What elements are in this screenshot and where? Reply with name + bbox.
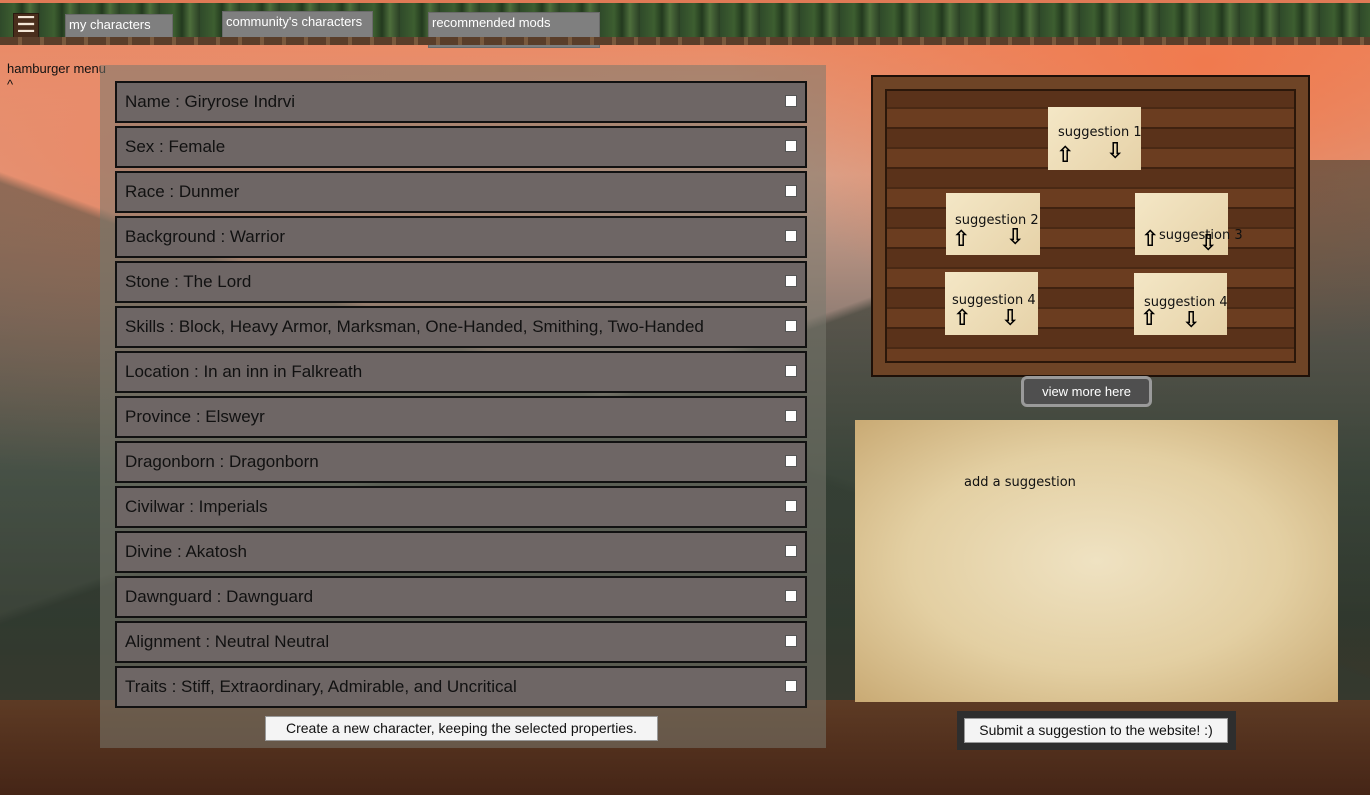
property-row-dragonborn: Dragonborn : Dragonborn — [115, 441, 807, 483]
upvote-arrow-icon[interactable]: ⇧ — [952, 229, 970, 251]
property-row-background: Background : Warrior — [115, 216, 807, 258]
property-label: Civilwar : Imperials — [125, 497, 268, 516]
upvote-arrow-icon[interactable]: ⇧ — [1140, 308, 1158, 330]
add-suggestion-area[interactable] — [855, 420, 1338, 702]
property-row-province: Province : Elsweyr — [115, 396, 807, 438]
downvote-arrow-icon[interactable]: ⇩ — [1001, 308, 1019, 330]
upvote-arrow-icon[interactable]: ⇧ — [1056, 145, 1074, 167]
submit-suggestion-button[interactable]: Submit a suggestion to the website! :) — [964, 718, 1228, 743]
property-row-name: Name : Giryrose Indrvi — [115, 81, 807, 123]
suggestion-card[interactable]: suggestion 3 ⇧ ⇩ — [1135, 193, 1243, 255]
property-checkbox[interactable] — [785, 635, 797, 647]
property-row-sex: Sex : Female — [115, 126, 807, 168]
property-checkbox[interactable] — [785, 275, 797, 287]
property-row-alignment: Alignment : Neutral Neutral — [115, 621, 807, 663]
hamburger-menu-label: hamburger menu ^ — [7, 61, 106, 93]
property-label: Divine : Akatosh — [125, 542, 247, 561]
property-label: Location : In an inn in Falkreath — [125, 362, 363, 381]
property-checkbox[interactable] — [785, 590, 797, 602]
property-row-location: Location : In an inn in Falkreath — [115, 351, 807, 393]
property-checkbox[interactable] — [785, 545, 797, 557]
property-label: Background : Warrior — [125, 227, 285, 246]
property-label: Dawnguard : Dawnguard — [125, 587, 314, 606]
property-checkbox[interactable] — [785, 185, 797, 197]
property-row-dawnguard: Dawnguard : Dawnguard — [115, 576, 807, 618]
upvote-arrow-icon[interactable]: ⇧ — [953, 308, 971, 330]
nav-community-characters-button[interactable]: community's characters — [222, 11, 373, 44]
suggestion-card[interactable]: suggestion 2 ⇧ ⇩ — [946, 193, 1040, 255]
suggestion-card[interactable]: suggestion 1 ⇧ ⇩ — [1048, 107, 1142, 170]
property-row-traits: Traits : Stiff, Extraordinary, Admirable… — [115, 666, 807, 708]
property-row-divine: Divine : Akatosh — [115, 531, 807, 573]
property-label: Province : Elsweyr — [125, 407, 265, 426]
top-navigation-bar: ☰ my characters community's characters r… — [0, 0, 1370, 48]
property-checkbox[interactable] — [785, 680, 797, 692]
property-label: Dragonborn : Dragonborn — [125, 452, 319, 471]
property-label: Race : Dunmer — [125, 182, 240, 201]
property-label: Skills : Block, Heavy Armor, Marksman, O… — [125, 317, 704, 336]
downvote-arrow-icon[interactable]: ⇩ — [1199, 233, 1217, 255]
downvote-arrow-icon[interactable]: ⇩ — [1182, 310, 1200, 332]
property-checkbox[interactable] — [785, 500, 797, 512]
property-row-skills: Skills : Block, Heavy Armor, Marksman, O… — [115, 306, 807, 348]
add-suggestion-label: add a suggestion — [964, 475, 1076, 490]
create-character-button[interactable]: Create a new character, keeping the sele… — [265, 716, 658, 741]
upvote-arrow-icon[interactable]: ⇧ — [1141, 229, 1159, 251]
suggestion-card[interactable]: suggestion 4 ⇧ ⇩ — [1134, 273, 1228, 335]
property-checkbox[interactable] — [785, 95, 797, 107]
property-label: Sex : Female — [125, 137, 226, 156]
hamburger-menu-label-text: hamburger menu — [7, 61, 106, 76]
suggestion-label: suggestion 1 — [1058, 125, 1142, 140]
property-checkbox[interactable] — [785, 140, 797, 152]
property-label: Traits : Stiff, Extraordinary, Admirable… — [125, 677, 517, 696]
property-row-civilwar: Civilwar : Imperials — [115, 486, 807, 528]
hamburger-menu-caret: ^ — [7, 77, 14, 92]
property-label: Name : Giryrose Indrvi — [125, 92, 296, 111]
property-checkbox[interactable] — [785, 455, 797, 467]
nav-my-characters-button[interactable]: my characters — [65, 14, 173, 41]
property-checkbox[interactable] — [785, 410, 797, 422]
property-row-race: Race : Dunmer — [115, 171, 807, 213]
property-checkbox[interactable] — [785, 365, 797, 377]
property-row-stone: Stone : The Lord — [115, 261, 807, 303]
downvote-arrow-icon[interactable]: ⇩ — [1106, 141, 1124, 163]
downvote-arrow-icon[interactable]: ⇩ — [1006, 227, 1024, 249]
nav-recommended-mods-button[interactable]: recommended mods — [428, 12, 600, 48]
hamburger-icon[interactable]: ☰ — [13, 13, 39, 39]
property-label: Stone : The Lord — [125, 272, 252, 291]
property-checkbox[interactable] — [785, 320, 797, 332]
property-checkbox[interactable] — [785, 230, 797, 242]
property-label: Alignment : Neutral Neutral — [125, 632, 330, 651]
suggestion-label: suggestion 2 — [955, 213, 1039, 228]
view-more-button[interactable]: view more here — [1021, 376, 1152, 407]
suggestion-card[interactable]: suggestion 4 ⇧ ⇩ — [945, 272, 1038, 335]
